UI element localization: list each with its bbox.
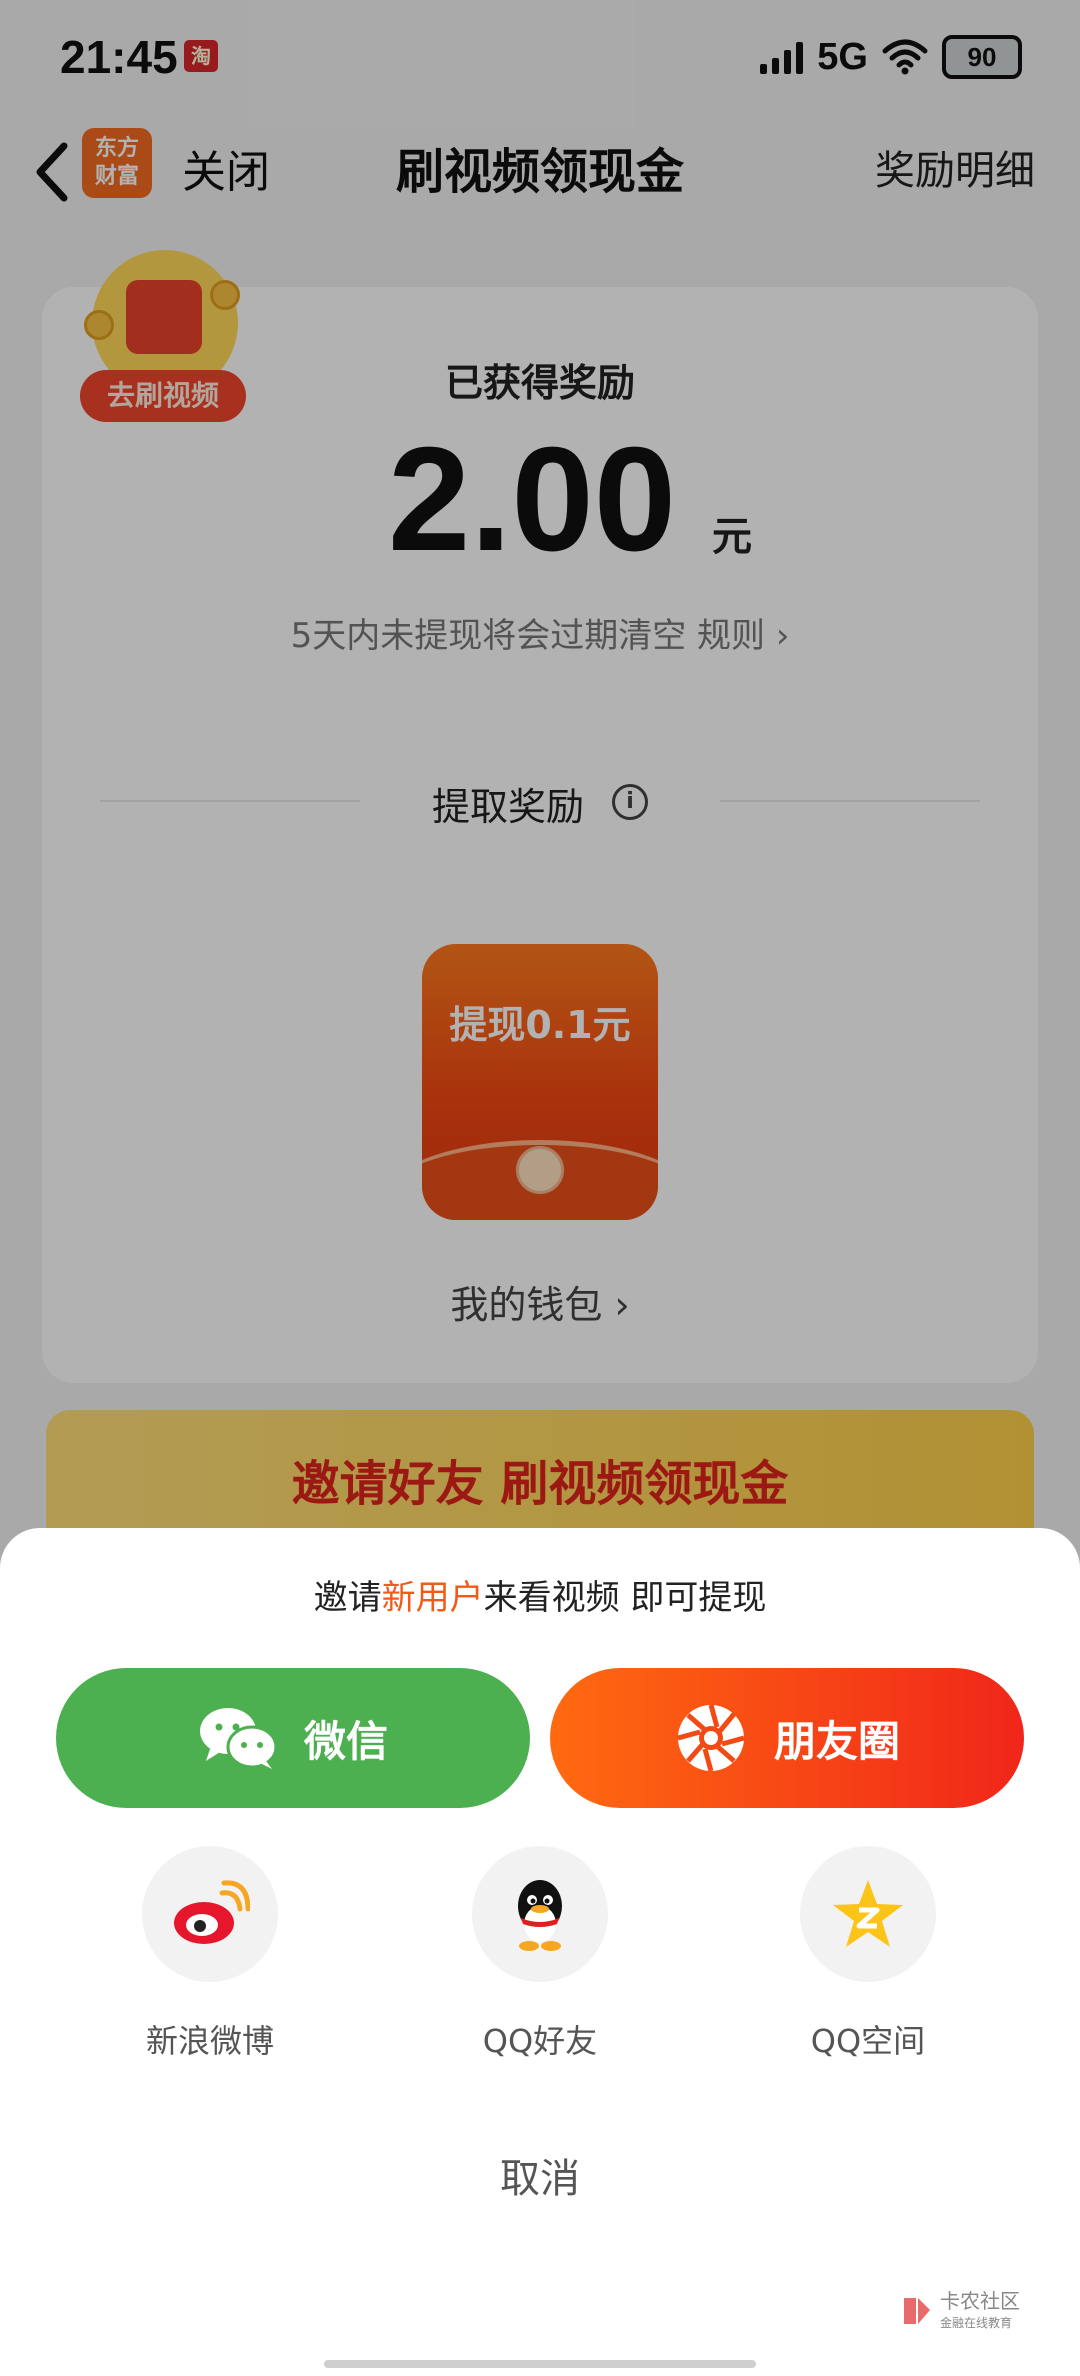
share-sheet: 邀请新用户来看视频 即可提现 微信 朋友圈 新浪微博 QQ好友 QQ空间 <box>0 1528 1080 2376</box>
qq-icon-circle <box>472 1846 608 1982</box>
share-qzone-button[interactable]: QQ空间 <box>768 1846 968 2076</box>
prompt-suffix: 来看视频 即可提现 <box>483 1578 767 1618</box>
share-qq-button[interactable]: QQ好友 <box>440 1846 640 2076</box>
share-qzone-label: QQ空间 <box>810 2022 926 2060</box>
watermark-line-2: 金融在线教育 <box>940 2316 1013 2330</box>
watermark: 卡农社区 金融在线教育 <box>900 2290 1020 2340</box>
watermark-text: 卡农社区 金融在线教育 <box>940 2290 1020 2334</box>
share-wechat-label: 微信 <box>303 1716 388 1766</box>
weibo-icon <box>174 1880 250 1944</box>
weibo-icon-circle <box>142 1846 278 1982</box>
qzone-icon-circle <box>800 1846 936 1982</box>
prompt-prefix: 邀请 <box>313 1578 382 1618</box>
share-qq-label: QQ好友 <box>482 2022 598 2060</box>
qq-icon <box>518 1880 562 1951</box>
watermark-line-1: 卡农社区 <box>940 2289 1020 2313</box>
share-weibo-label: 新浪微博 <box>145 2022 274 2060</box>
share-moments-label: 朋友圈 <box>773 1716 900 1766</box>
home-indicator[interactable] <box>324 2360 756 2368</box>
prompt-highlight: 新用户 <box>381 1578 484 1618</box>
share-moments-button[interactable]: 朋友圈 <box>550 1668 1024 1808</box>
qzone-icon <box>833 1880 903 1947</box>
cancel-button[interactable]: 取消 <box>0 2146 1080 2204</box>
watermark-logo-icon <box>904 2298 930 2324</box>
share-wechat-button[interactable]: 微信 <box>56 1668 530 1808</box>
share-weibo-button[interactable]: 新浪微博 <box>110 1846 310 2076</box>
wechat-icon <box>199 1708 278 1769</box>
moments-icon <box>677 1704 745 1772</box>
share-prompt: 邀请新用户来看视频 即可提现 <box>0 1570 1080 1619</box>
